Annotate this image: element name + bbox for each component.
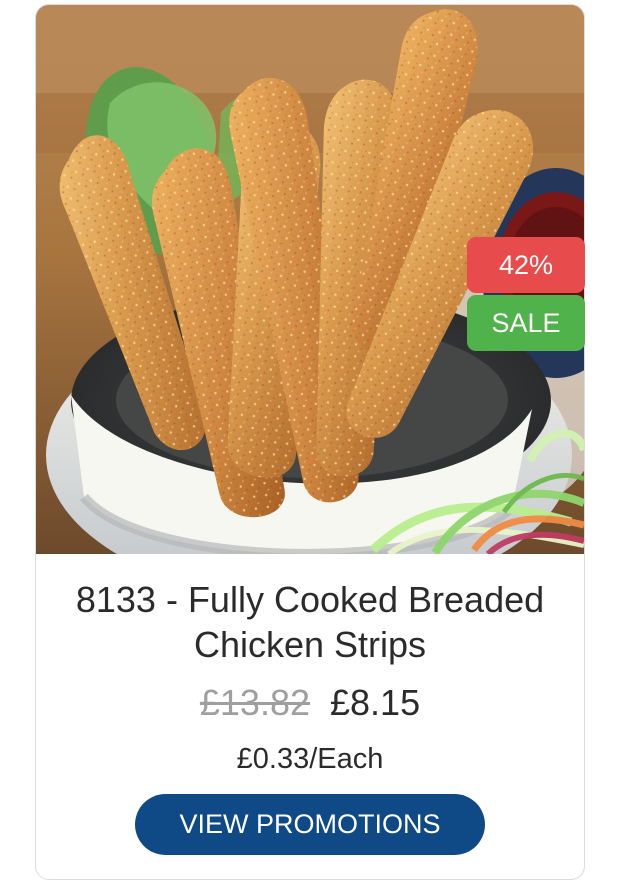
unit-price: £0.33/Each <box>236 743 384 775</box>
price-row: £13.82 £8.15 <box>36 680 584 726</box>
product-card[interactable]: 8133 - Fully Cooked Breaded Chicken Stri… <box>35 4 585 880</box>
sale-price: £8.15 <box>330 682 421 723</box>
sale-badge: SALE <box>467 295 585 351</box>
product-title[interactable]: 8133 - Fully Cooked Breaded Chicken Stri… <box>56 577 564 667</box>
discount-badge: 42% <box>467 237 585 293</box>
original-price: £13.82 <box>199 682 310 723</box>
view-promotions-button[interactable]: VIEW PROMOTIONS <box>135 794 485 855</box>
